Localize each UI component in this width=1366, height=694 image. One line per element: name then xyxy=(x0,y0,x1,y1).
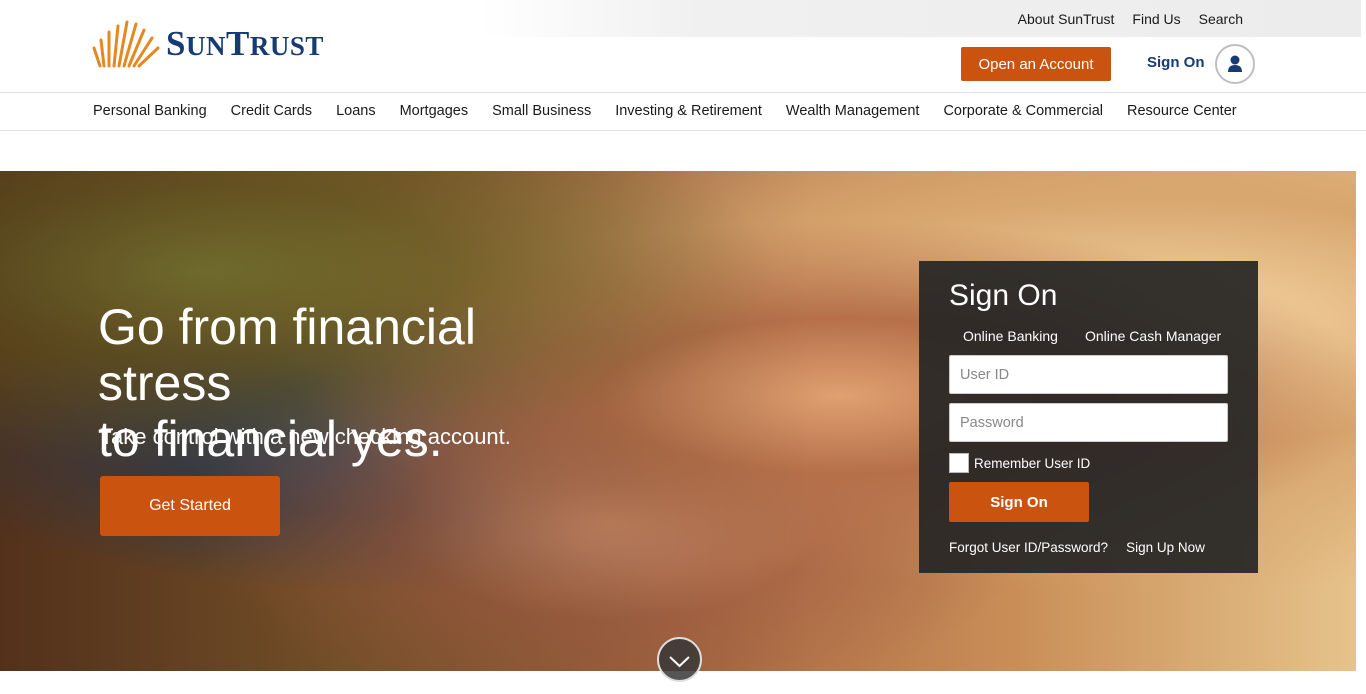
search-link[interactable]: Search xyxy=(1199,11,1243,27)
user-icon xyxy=(1228,55,1242,72)
open-account-button[interactable]: Open an Account xyxy=(961,47,1111,81)
remember-user-id-checkbox[interactable] xyxy=(949,453,969,473)
hero-subheading: Take control with a new checking account… xyxy=(100,424,511,449)
nav-personal-banking[interactable]: Personal Banking xyxy=(93,103,207,119)
sign-on-button[interactable]: Sign On xyxy=(949,482,1089,522)
sign-on-title: Sign On xyxy=(949,279,1058,312)
sign-on-links: Forgot User ID/Password? Sign Up Now xyxy=(949,540,1205,555)
get-started-button[interactable]: Get Started xyxy=(100,476,280,536)
forgot-credentials-link[interactable]: Forgot User ID/Password? xyxy=(949,540,1108,555)
nav-mortgages[interactable]: Mortgages xyxy=(400,103,469,119)
find-us-link[interactable]: Find Us xyxy=(1132,11,1180,27)
utility-bar: About SunTrust Find Us Search xyxy=(480,0,1361,37)
about-suntrust-link[interactable]: About SunTrust xyxy=(1018,11,1115,27)
utility-nav: About SunTrust Find Us Search xyxy=(1018,11,1243,27)
main-nav: Personal Banking Credit Cards Loans Mort… xyxy=(0,92,1366,131)
nav-loans[interactable]: Loans xyxy=(336,103,376,119)
nav-wealth-management[interactable]: Wealth Management xyxy=(786,103,920,119)
user-account-button[interactable] xyxy=(1215,44,1255,84)
header-sign-on-link[interactable]: Sign On xyxy=(1147,54,1205,71)
hero-banner: Go from financial stress to financial ye… xyxy=(0,171,1356,671)
chevron-down-icon xyxy=(669,656,690,668)
sign-up-now-link[interactable]: Sign Up Now xyxy=(1126,540,1205,555)
suntrust-logo[interactable]: SUNTRUST xyxy=(92,18,324,70)
remember-user-id-label: Remember User ID xyxy=(974,455,1091,471)
sign-on-tabs: Online Banking Online Cash Manager xyxy=(963,328,1221,344)
sign-on-panel: Sign On Online Banking Online Cash Manag… xyxy=(919,261,1258,573)
nav-resource-center[interactable]: Resource Center xyxy=(1127,103,1237,119)
nav-investing-retirement[interactable]: Investing & Retirement xyxy=(615,103,762,119)
logo-wordmark: SUNTRUST xyxy=(166,24,324,63)
nav-credit-cards[interactable]: Credit Cards xyxy=(231,103,312,119)
sunburst-logo-icon xyxy=(92,20,160,68)
scroll-down-button[interactable] xyxy=(657,637,702,682)
tab-online-banking[interactable]: Online Banking xyxy=(963,328,1058,344)
nav-corporate-commercial[interactable]: Corporate & Commercial xyxy=(943,103,1103,119)
tab-online-cash-manager[interactable]: Online Cash Manager xyxy=(1085,328,1221,344)
user-id-input[interactable] xyxy=(949,355,1228,394)
remember-user-id: Remember User ID xyxy=(949,453,1090,473)
nav-small-business[interactable]: Small Business xyxy=(492,103,591,119)
password-input[interactable] xyxy=(949,403,1228,442)
